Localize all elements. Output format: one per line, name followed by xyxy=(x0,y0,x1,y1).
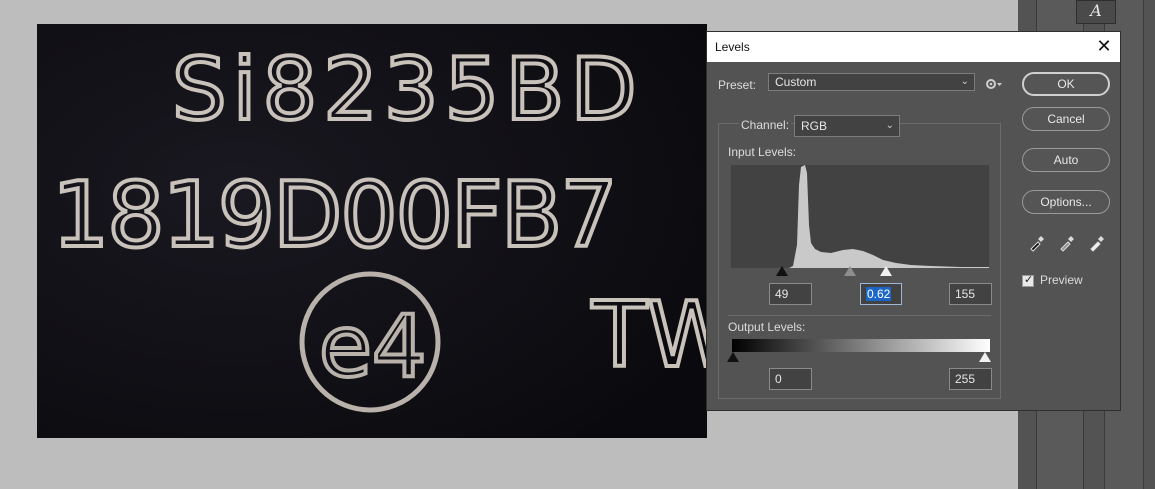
chip-marking-photo: Si8235BD 1819D00FB7 e4 TW xyxy=(37,24,707,438)
input-gamma-slider[interactable] xyxy=(844,266,856,276)
output-black-value: 0 xyxy=(775,372,782,386)
e4-logo-text: e4 xyxy=(319,297,427,397)
preset-label: Preset: xyxy=(718,78,757,92)
input-black-field[interactable]: 49 xyxy=(769,283,812,305)
cancel-button[interactable]: Cancel xyxy=(1022,107,1110,131)
dialog-titlebar: Levels ✕ xyxy=(707,32,1120,62)
marking-line-3: TW xyxy=(591,283,707,388)
input-white-value: 155 xyxy=(955,287,976,301)
output-gradient xyxy=(732,339,990,352)
levels-dialog: Levels ✕ Preset: Custom ⌄ Channel: RGB ⌄… xyxy=(706,31,1121,411)
options-button[interactable]: Options... xyxy=(1022,190,1110,214)
gear-icon[interactable] xyxy=(985,77,1003,91)
checkmark-icon: ✓ xyxy=(1024,274,1034,286)
input-black-slider[interactable] xyxy=(776,266,788,276)
auto-button[interactable]: Auto xyxy=(1022,148,1110,172)
histogram-graph xyxy=(731,165,989,268)
chevron-down-icon: ⌄ xyxy=(960,76,969,87)
divider xyxy=(728,315,991,316)
channel-dropdown[interactable]: RGB ⌄ xyxy=(794,115,900,137)
gray-eyedropper-icon[interactable] xyxy=(1058,234,1076,252)
output-white-field[interactable]: 255 xyxy=(949,368,992,390)
preview-checkbox[interactable]: ✓ xyxy=(1022,274,1034,287)
input-white-field[interactable]: 155 xyxy=(949,283,992,305)
output-black-slider[interactable] xyxy=(727,352,739,362)
input-levels-label: Input Levels: xyxy=(728,145,797,159)
output-black-field[interactable]: 0 xyxy=(769,368,812,390)
preset-dropdown[interactable]: Custom ⌄ xyxy=(768,73,975,91)
histogram xyxy=(731,165,989,268)
output-white-value: 255 xyxy=(955,372,976,386)
ok-button[interactable]: OK xyxy=(1022,72,1110,96)
input-gamma-field[interactable]: 0.62 xyxy=(860,283,902,305)
input-white-slider[interactable] xyxy=(880,266,892,276)
preview-label: Preview xyxy=(1040,273,1083,287)
output-levels-label: Output Levels: xyxy=(728,320,806,334)
output-white-slider[interactable] xyxy=(979,352,991,362)
channel-label: Channel: xyxy=(739,118,792,132)
preset-value: Custom xyxy=(775,75,817,89)
input-gamma-value: 0.62 xyxy=(866,287,892,301)
dialog-title: Levels xyxy=(715,40,750,54)
marking-line-2: 1819D00FB7 xyxy=(52,163,616,268)
type-tool-glyph: A xyxy=(1090,1,1102,20)
close-icon[interactable]: ✕ xyxy=(1094,36,1114,56)
type-tool-button[interactable]: A xyxy=(1076,0,1116,24)
chevron-down-icon: ⌄ xyxy=(885,120,894,131)
input-black-value: 49 xyxy=(775,287,789,301)
channel-value: RGB xyxy=(801,119,828,133)
document-image: Si8235BD 1819D00FB7 e4 TW xyxy=(37,24,707,438)
marking-line-1: Si8235BD xyxy=(172,40,643,140)
white-eyedropper-icon[interactable] xyxy=(1088,234,1106,252)
black-eyedropper-icon[interactable] xyxy=(1028,234,1046,252)
